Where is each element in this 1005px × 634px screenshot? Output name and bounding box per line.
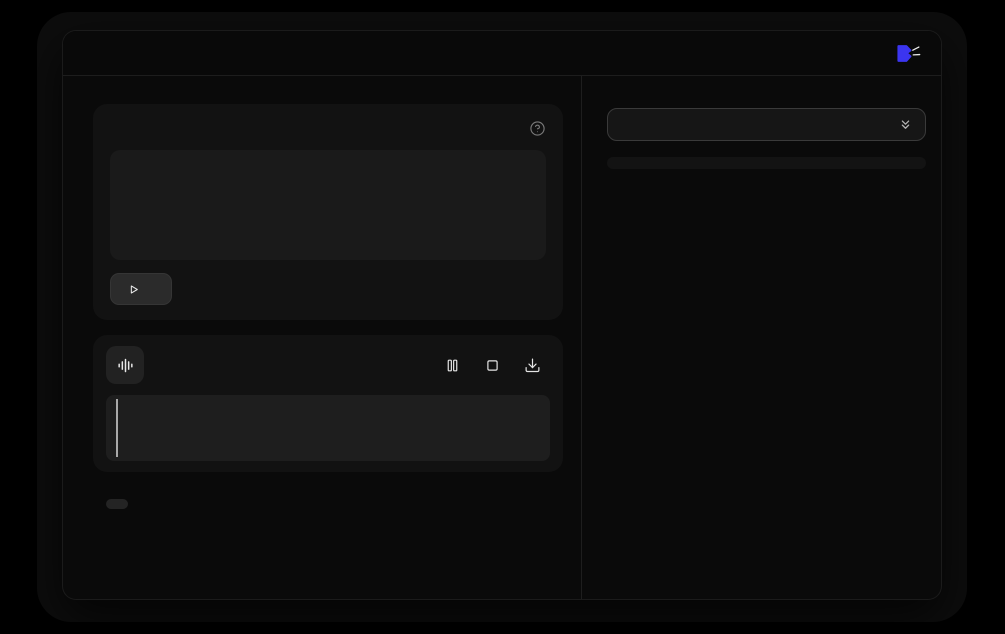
play-icon bbox=[127, 283, 140, 296]
download-button[interactable] bbox=[524, 357, 541, 374]
details-button[interactable] bbox=[106, 499, 128, 509]
pause-button[interactable] bbox=[444, 357, 461, 374]
minimize-window-button[interactable] bbox=[100, 47, 112, 59]
waveform-bars bbox=[116, 395, 540, 461]
titlebar bbox=[63, 31, 941, 76]
speech-text-input[interactable] bbox=[110, 150, 546, 260]
player-controls bbox=[444, 357, 550, 374]
stop-button[interactable] bbox=[484, 357, 501, 374]
composer-card bbox=[93, 104, 563, 320]
composer-footer bbox=[110, 273, 546, 305]
desktop-background bbox=[0, 0, 1005, 634]
voice-style-pane bbox=[582, 76, 941, 599]
voice-selector[interactable] bbox=[607, 108, 926, 141]
status-row bbox=[93, 499, 562, 509]
window-content bbox=[63, 76, 941, 599]
voice-selector-right bbox=[889, 117, 913, 132]
waveform[interactable] bbox=[106, 395, 550, 461]
traffic-lights bbox=[81, 47, 131, 59]
composer-header bbox=[110, 119, 546, 138]
player-card bbox=[93, 335, 563, 472]
chevrons-down-icon bbox=[898, 117, 913, 132]
playhead[interactable] bbox=[116, 399, 118, 457]
zoom-window-button[interactable] bbox=[119, 47, 131, 59]
brand-icon bbox=[895, 43, 921, 64]
composer-pane bbox=[63, 76, 582, 599]
audio-lines-icon bbox=[106, 346, 144, 384]
player-header bbox=[106, 346, 550, 384]
help-icon[interactable] bbox=[529, 120, 546, 137]
sliders-card bbox=[607, 157, 926, 169]
app-window bbox=[62, 30, 942, 600]
close-window-button[interactable] bbox=[81, 47, 93, 59]
brand bbox=[889, 43, 921, 64]
create-button[interactable] bbox=[110, 273, 172, 305]
